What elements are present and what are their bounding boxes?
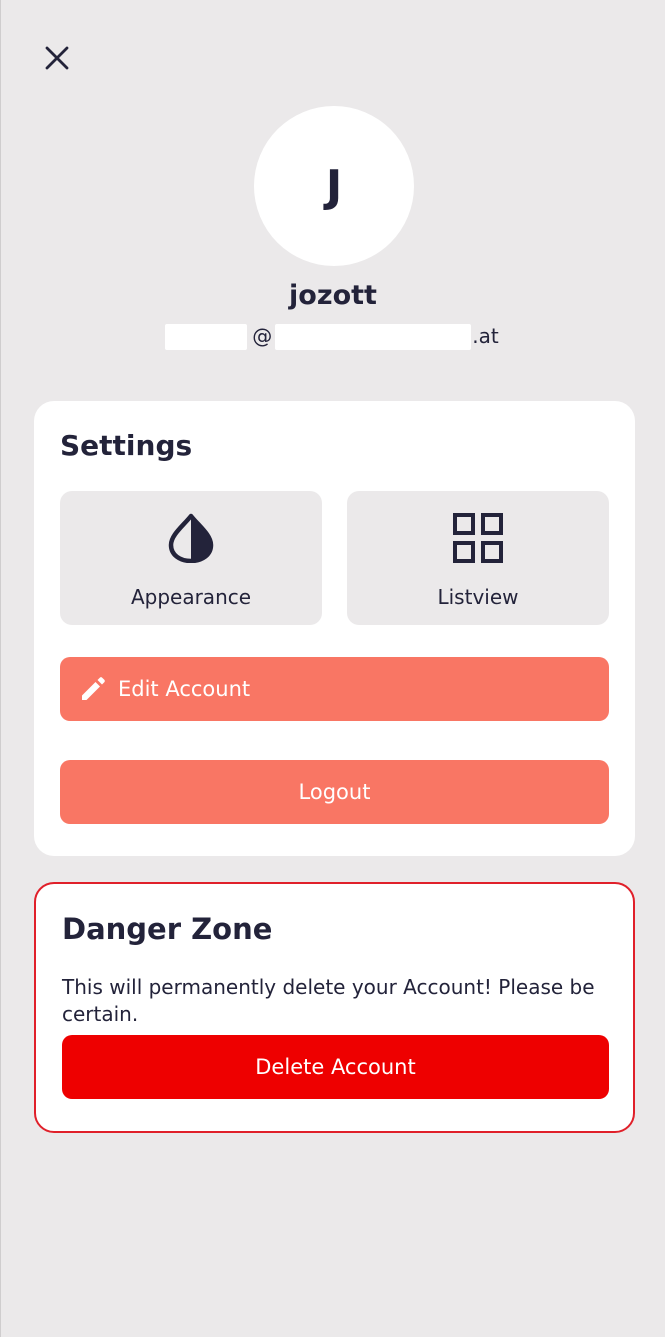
danger-zone-card: Danger Zone This will permanently delete… <box>34 882 635 1133</box>
listview-tile[interactable]: Listview <box>347 491 609 625</box>
edit-account-label: Edit Account <box>118 677 251 701</box>
settings-card: Settings Appearance Listview Edit Accoun… <box>34 401 635 856</box>
delete-account-button[interactable]: Delete Account <box>62 1035 609 1099</box>
email-redaction <box>165 324 247 350</box>
logout-button[interactable]: Logout <box>60 760 609 824</box>
grid-icon <box>453 513 503 563</box>
delete-account-label: Delete Account <box>255 1055 416 1079</box>
avatar-initial: J <box>325 160 343 212</box>
pencil-icon <box>82 677 105 700</box>
listview-label: Listview <box>437 585 519 609</box>
danger-zone-title: Danger Zone <box>62 912 273 946</box>
profile-screen: J jozott @ .at Settings Appearance Listv… <box>0 0 665 1337</box>
email-suffix: .at <box>472 324 499 348</box>
avatar: J <box>254 106 414 266</box>
close-button[interactable] <box>37 38 77 78</box>
username: jozott <box>289 280 377 311</box>
settings-title: Settings <box>60 429 193 462</box>
water-drop-icon <box>168 513 214 563</box>
email-at: @ <box>252 324 273 348</box>
appearance-label: Appearance <box>130 585 252 609</box>
logout-label: Logout <box>298 780 371 804</box>
email-address: @ .at <box>163 322 508 352</box>
appearance-tile[interactable]: Appearance <box>60 491 322 625</box>
close-icon <box>45 46 69 70</box>
edit-account-button[interactable]: Edit Account <box>60 657 609 721</box>
danger-zone-description: This will permanently delete your Accoun… <box>62 975 595 1026</box>
email-redaction <box>275 324 471 350</box>
